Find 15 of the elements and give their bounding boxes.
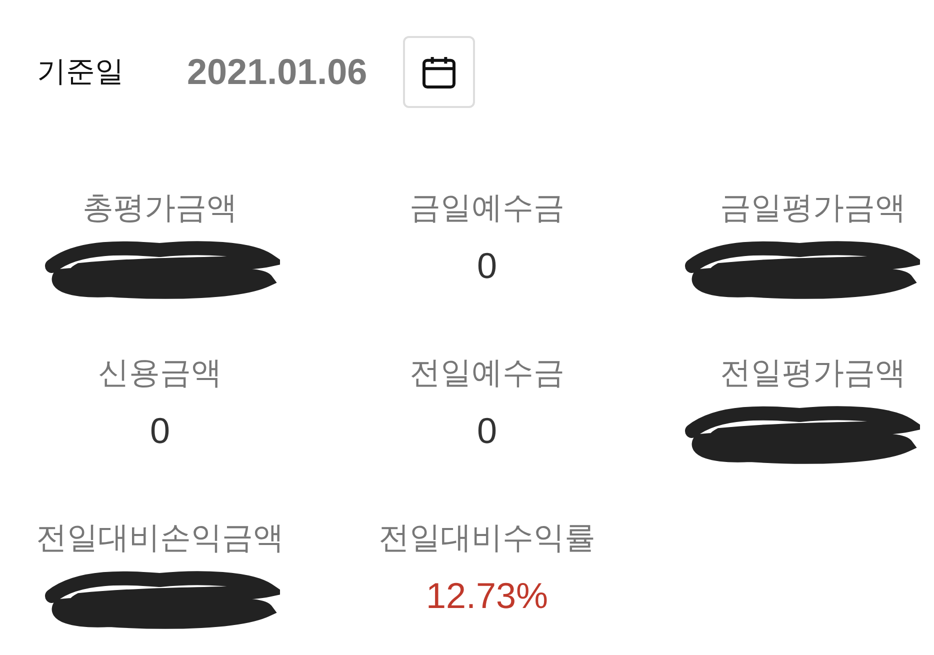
date-label: 기준일 (37, 52, 125, 90)
field-label: 전일평가금액 (720, 354, 906, 393)
date-value: 2021.01.06 (187, 50, 368, 92)
field-value: 12.73% (426, 574, 548, 618)
field-label: 금일예수금 (410, 189, 564, 228)
field-value: 0 (150, 409, 170, 453)
field-label: 금일평가금액 (720, 189, 906, 228)
field-value: 0 (476, 244, 498, 288)
field-label: 총평가금액 (82, 189, 238, 228)
field-label: 전일대비손익금액 (36, 519, 284, 558)
field-label: 전일예수금 (410, 354, 564, 393)
field-label: 전일대비수익률 (378, 519, 596, 558)
calendar-button[interactable] (403, 36, 476, 108)
field-label: 신용금액 (98, 354, 222, 393)
field-value: 0 (476, 409, 498, 453)
